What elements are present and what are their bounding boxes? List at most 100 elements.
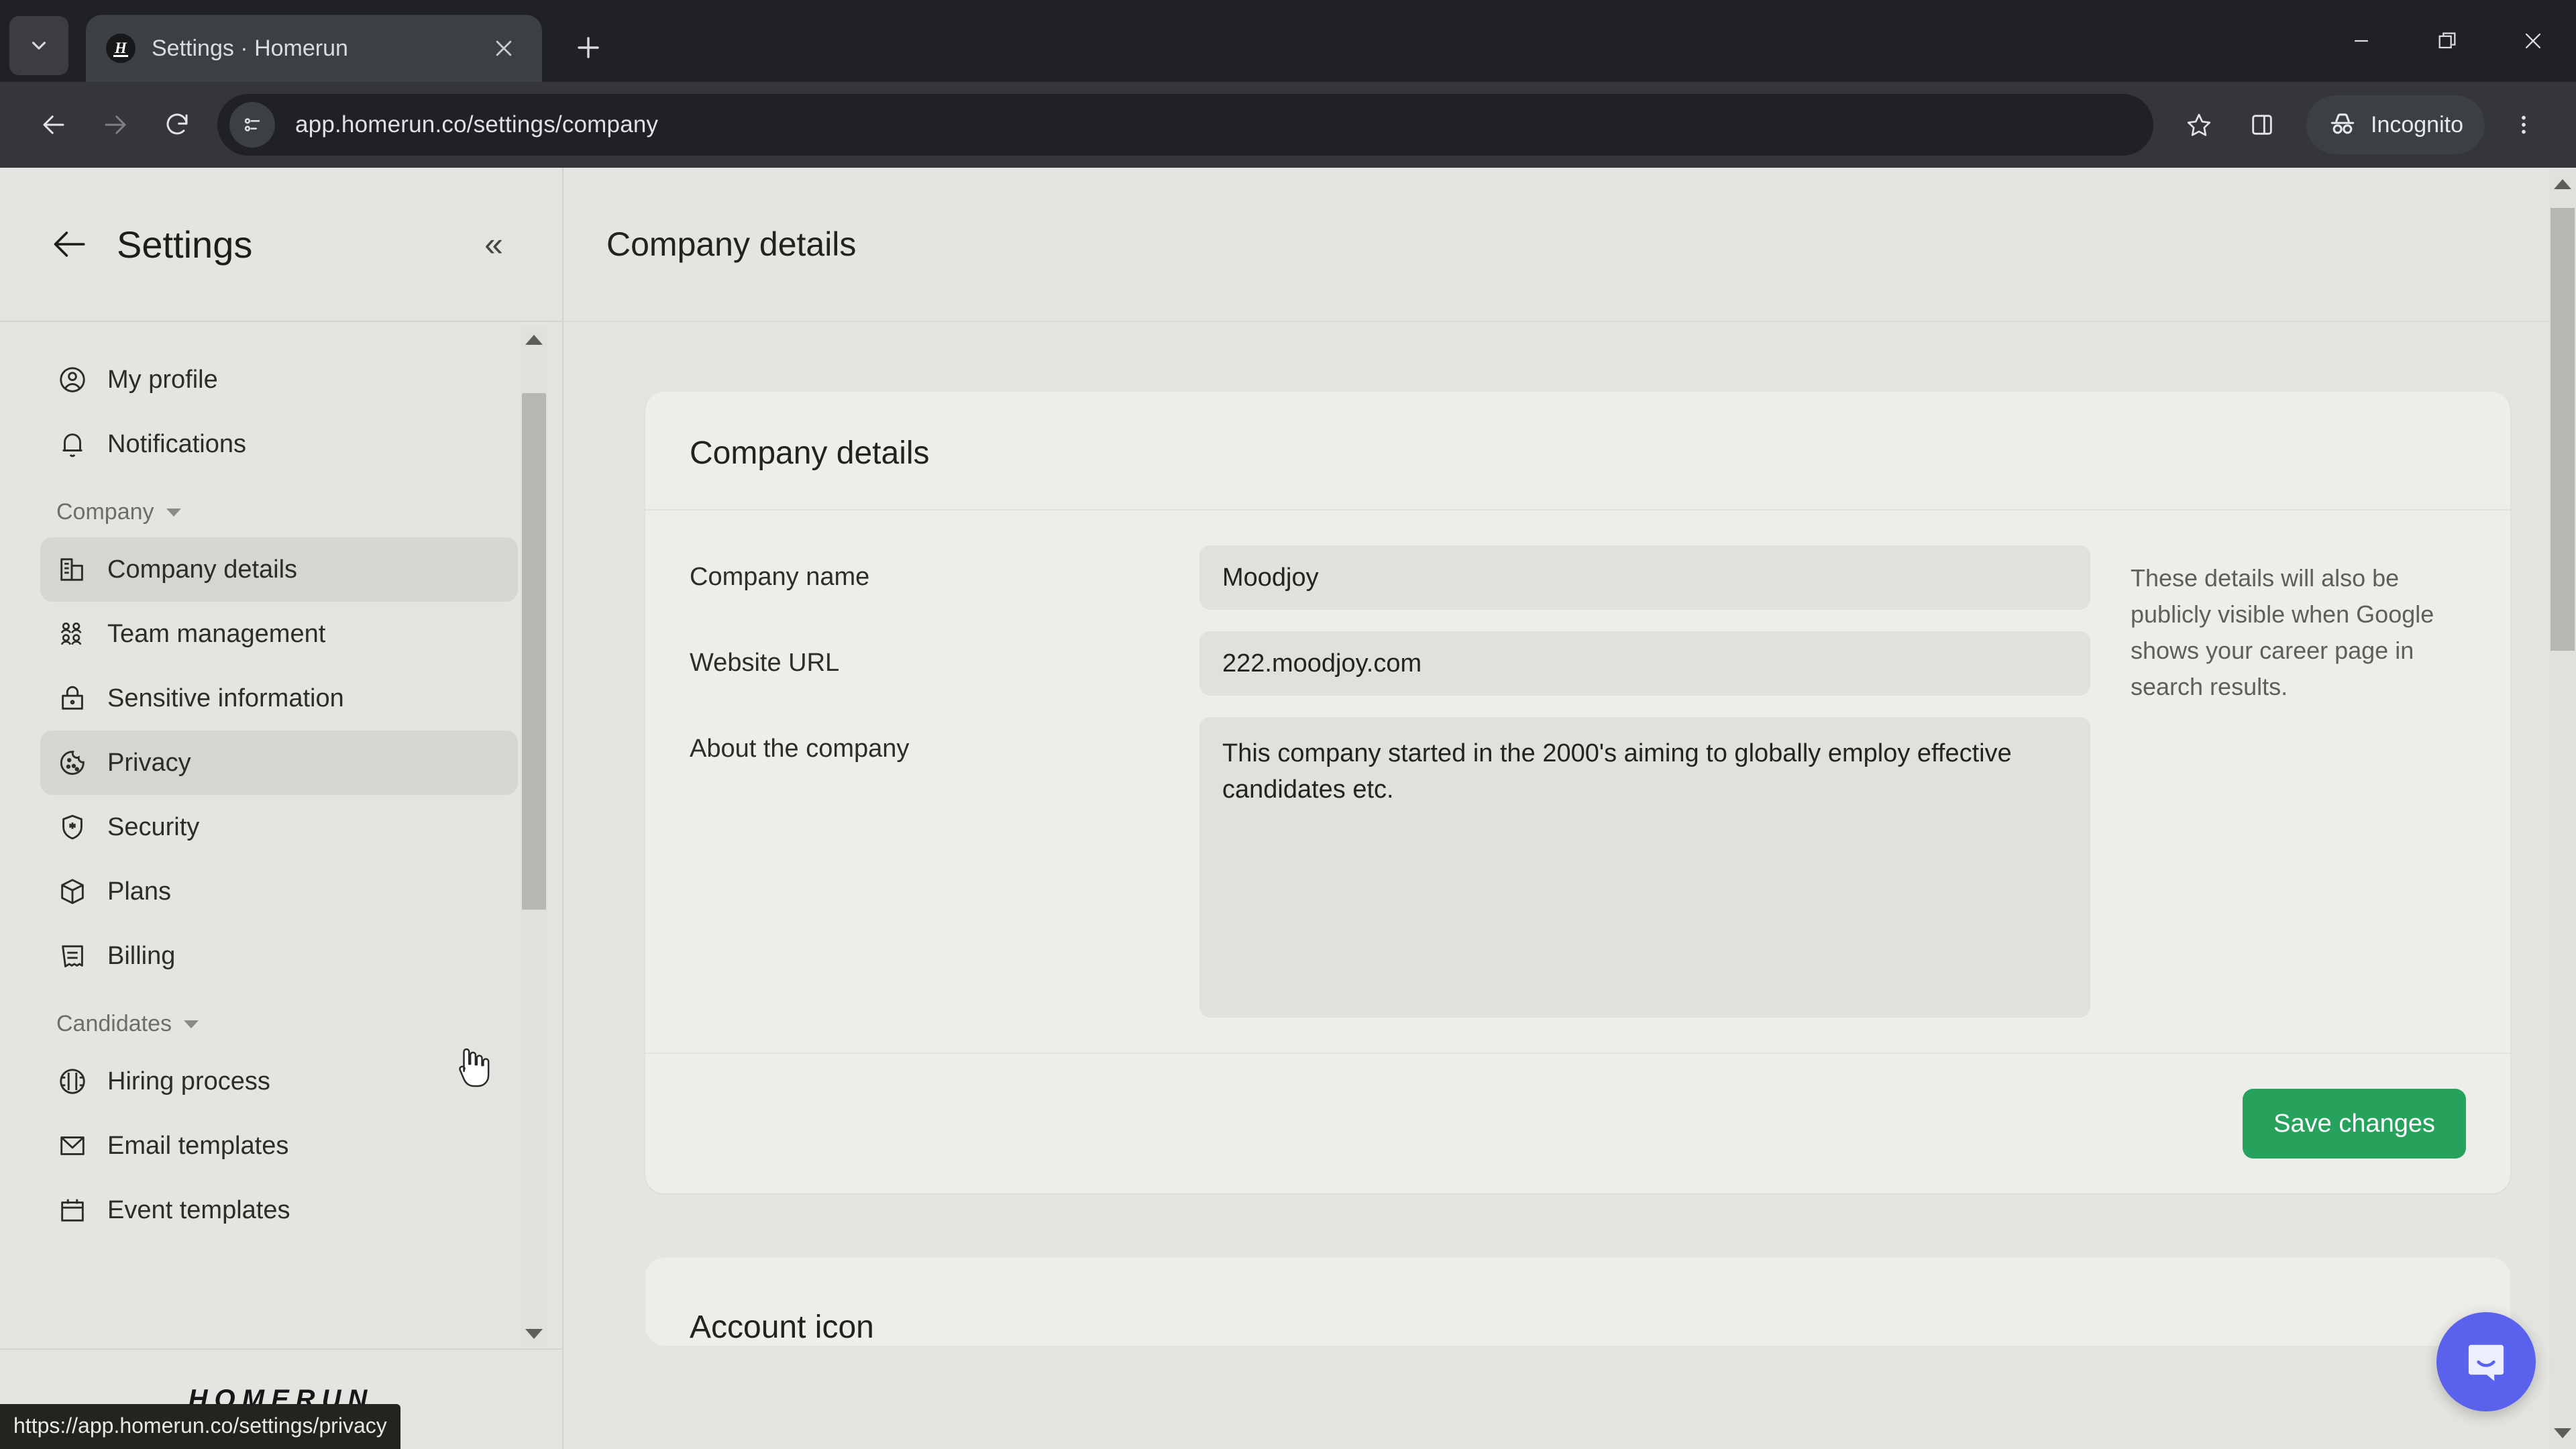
tab-title: Settings · Homerun	[152, 35, 348, 61]
incognito-label: Incognito	[2371, 111, 2463, 138]
address-bar[interactable]: app.homerun.co/settings/company	[217, 94, 2153, 156]
double-chevron-left-icon[interactable]: «	[474, 224, 514, 264]
sidebar-item-label: Billing	[107, 941, 176, 970]
sidebar-scrollbar[interactable]	[521, 326, 547, 1347]
sidebar-item-label: Event templates	[107, 1195, 290, 1224]
page-content: Settings « My profile Notifications Comp…	[0, 168, 2576, 1449]
helper-text: These details will also be publicly visi…	[2131, 564, 2434, 700]
caret-down-icon	[184, 1020, 199, 1028]
tab-search-icon[interactable]	[9, 16, 68, 75]
browser-toolbar: app.homerun.co/settings/company Incognit…	[0, 82, 2576, 168]
page-info-icon[interactable]	[229, 102, 275, 148]
page-title: Company details	[606, 225, 857, 263]
sidebar-item-security[interactable]: Security	[40, 795, 518, 859]
form-column: Company name Moodjoy Website URL 222.moo…	[690, 545, 2090, 1024]
envelope-icon	[56, 1130, 89, 1162]
sidebar-item-label: My profile	[107, 365, 218, 394]
browser-tab[interactable]: H Settings · Homerun	[86, 15, 542, 82]
sidebar-item-plans[interactable]: Plans	[40, 859, 518, 924]
page-scrollbar-thumb[interactable]	[2551, 208, 2575, 651]
people-icon	[56, 618, 89, 650]
page-scroll-up-icon[interactable]	[2549, 170, 2576, 197]
sidebar-item-label: Team management	[107, 619, 326, 648]
sidebar-scroll-area: My profile Notifications Company Company…	[0, 322, 562, 1348]
incognito-indicator[interactable]: Incognito	[2306, 95, 2485, 154]
sidebar-scroll-down-icon[interactable]	[521, 1320, 547, 1347]
website-url-label: Website URL	[690, 649, 840, 677]
intercom-launcher-button[interactable]	[2436, 1312, 2536, 1411]
about-company-label: About the company	[690, 735, 910, 763]
lock-icon	[56, 682, 89, 714]
reload-icon[interactable]	[146, 94, 208, 156]
sidebar-item-label: Company details	[107, 555, 298, 584]
side-panel-icon[interactable]	[2233, 95, 2292, 154]
form-row-company-name: Company name Moodjoy	[690, 545, 2090, 610]
sidebar-item-email-templates[interactable]: Email templates	[40, 1114, 518, 1178]
sidebar-item-my-profile[interactable]: My profile	[40, 347, 518, 412]
close-tab-button[interactable]	[486, 30, 522, 66]
card-body: Company name Moodjoy Website URL 222.moo…	[645, 511, 2510, 1054]
card-title: Company details	[690, 435, 930, 471]
sidebar-group-company[interactable]: Company	[56, 499, 562, 525]
sidebar-back-arrow-icon[interactable]	[48, 223, 90, 265]
sidebar-group-label: Company	[56, 499, 154, 525]
sidebar-item-label: Privacy	[107, 748, 191, 777]
new-tab-button[interactable]	[565, 24, 612, 71]
forward-arrow-icon[interactable]	[85, 94, 146, 156]
about-company-textarea[interactable]: This company started in the 2000's aimin…	[1199, 717, 2090, 1018]
sidebar-group-candidates[interactable]: Candidates	[56, 1011, 562, 1037]
star-icon[interactable]	[2169, 95, 2229, 154]
box-icon	[56, 875, 89, 908]
sidebar-item-sensitive-information[interactable]: Sensitive information	[40, 666, 518, 731]
page-scroll-down-icon[interactable]	[2549, 1419, 2576, 1446]
form-row-website-url: Website URL 222.moodjoy.com	[690, 631, 2090, 696]
main-body: Company details Company name Moodjoy Web…	[564, 322, 2576, 1449]
back-arrow-icon[interactable]	[23, 94, 85, 156]
flow-circle-icon	[56, 1065, 89, 1097]
receipt-icon	[56, 940, 89, 972]
tab-strip: H Settings · Homerun	[0, 0, 2576, 82]
sidebar-item-billing[interactable]: Billing	[40, 924, 518, 988]
minimize-icon[interactable]	[2318, 0, 2404, 82]
building-icon	[56, 553, 89, 586]
website-url-input[interactable]: 222.moodjoy.com	[1199, 631, 2090, 696]
sidebar-group-label: Candidates	[56, 1011, 172, 1036]
main-header: Company details	[564, 168, 2576, 322]
company-name-label: Company name	[690, 563, 870, 591]
sidebar-item-label: Notifications	[107, 429, 246, 458]
shield-star-icon	[56, 811, 89, 843]
favicon-letter: H	[115, 40, 127, 56]
sidebar-scroll-up-icon[interactable]	[521, 326, 547, 353]
page-scrollbar[interactable]	[2549, 168, 2576, 1449]
three-dot-menu-icon[interactable]	[2494, 95, 2553, 154]
sidebar-item-privacy[interactable]: Privacy	[40, 731, 518, 795]
sidebar-item-hiring-process[interactable]: Hiring process	[40, 1049, 518, 1114]
company-name-input[interactable]: Moodjoy	[1199, 545, 2090, 610]
bell-icon	[56, 428, 89, 460]
sidebar-item-label: Hiring process	[107, 1067, 270, 1095]
save-changes-button[interactable]: Save changes	[2243, 1089, 2466, 1159]
sidebar-item-label: Security	[107, 812, 200, 841]
card-footer: Save changes	[645, 1054, 2510, 1193]
sidebar-item-event-templates[interactable]: Event templates	[40, 1178, 518, 1242]
close-icon[interactable]	[2490, 0, 2576, 82]
company-details-card: Company details Company name Moodjoy Web…	[645, 392, 2510, 1193]
account-icon-card: Account icon	[645, 1258, 2510, 1346]
sidebar-item-label: Sensitive information	[107, 684, 344, 712]
sidebar-item-team-management[interactable]: Team management	[40, 602, 518, 666]
sidebar-header: Settings «	[0, 168, 562, 322]
cookie-icon	[56, 747, 89, 779]
caret-down-icon	[166, 508, 181, 517]
account-icon-title: Account icon	[690, 1309, 874, 1345]
calendar-icon	[56, 1194, 89, 1226]
url-text: app.homerun.co/settings/company	[295, 111, 659, 138]
sidebar-scrollbar-thumb[interactable]	[522, 393, 546, 910]
user-circle-icon	[56, 364, 89, 396]
main-content: Company details Company details Company …	[564, 168, 2576, 1449]
chat-bubble-icon	[2468, 1344, 2504, 1381]
window-controls	[2318, 0, 2576, 82]
sidebar-item-company-details[interactable]: Company details	[40, 537, 518, 602]
sidebar-item-notifications[interactable]: Notifications	[40, 412, 518, 476]
restore-icon[interactable]	[2404, 0, 2490, 82]
pointer-hand-cursor	[459, 1048, 490, 1087]
